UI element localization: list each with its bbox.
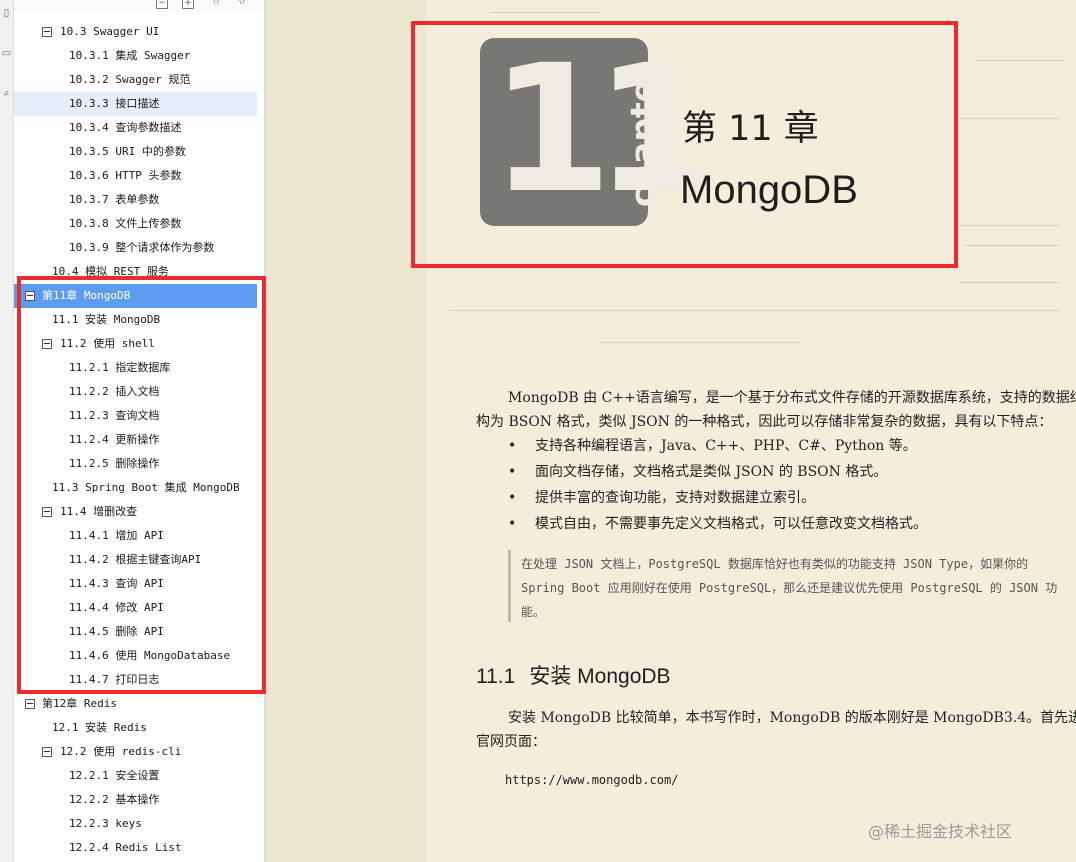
bleed-line <box>965 245 1060 246</box>
toc-item-label: 12.2 使用 redis-cli <box>60 745 182 758</box>
bullet-dot: • <box>508 438 517 454</box>
section-number: 11.1 <box>476 665 516 688</box>
bleed-line <box>960 225 1060 226</box>
chapter-highlight-box <box>411 21 958 268</box>
collapse-toggle-icon[interactable] <box>42 747 52 757</box>
toc-item-label: 10.3 Swagger UI <box>60 25 160 38</box>
toc-item-label: 12.2.2 基本操作 <box>69 793 160 806</box>
toc-item[interactable]: 12.2.3 keys <box>14 812 257 836</box>
toc-item-label: 10.3.6 HTTP 头参数 <box>69 169 182 182</box>
watermark: @稀土掘金技术社区 <box>868 822 1013 841</box>
note-line-2: Spring Boot 应用刚好在使用 PostgreSQL，那么还是建议优先使… <box>521 581 1058 595</box>
toc-item[interactable]: 10.3.4 查询参数描述 <box>14 116 257 140</box>
bullet-dot: • <box>508 490 517 506</box>
toc-item[interactable]: 12.2.2 基本操作 <box>14 788 257 812</box>
search-icon[interactable]: ⌕ <box>1 88 12 99</box>
toc-item[interactable]: 10.3.6 HTTP 头参数 <box>14 164 257 188</box>
bullet-dot: • <box>508 464 517 480</box>
toc-item[interactable]: 10.3 Swagger UI <box>14 20 257 44</box>
section-title: 安装 MongoDB <box>529 665 671 688</box>
collapse-toggle-icon[interactable] <box>25 699 35 709</box>
intro-line-1: MongoDB 由 C++语言编写，是一个基于分布式文件存储的开源数据库系统，支… <box>508 390 1076 406</box>
toc-item[interactable]: 10.3.7 表单参数 <box>14 188 257 212</box>
bleed-line <box>960 118 1060 119</box>
toc-item-label: 10.3.3 接口描述 <box>69 97 160 110</box>
toc-item-label: 12.1 安装 Redis <box>52 721 147 734</box>
bleed-line <box>975 60 1065 61</box>
toc-item[interactable]: 12.1 安装 Redis <box>14 716 257 740</box>
section-heading: 11.1 安装 MongoDB <box>476 660 671 690</box>
toc-item-label: 12.2.3 keys <box>69 817 142 830</box>
toc-item[interactable]: 10.3.1 集成 Swagger <box>14 44 257 68</box>
toc-item[interactable]: 12.2.4 Redis List <box>14 836 257 860</box>
url-code: https://www.mongodb.com/ <box>505 773 679 787</box>
toc-item-label: 10.3.2 Swagger 规范 <box>69 73 191 86</box>
feature-text: 提供丰富的查询功能，支持对数据建立索引。 <box>535 490 815 506</box>
panel-toolbar: − + ☆ ☆ <box>14 0 264 12</box>
toc-item-label: 12.2.4 Redis List <box>69 841 182 854</box>
intro-line-2: 构为 BSON 格式，类似 JSON 的一种格式，因此可以存储非常复杂的数据，具… <box>476 414 1053 430</box>
toc-item[interactable]: 10.3.2 Swagger 规范 <box>14 68 257 92</box>
feature-text: 面向文档存储，文档格式是类似 JSON 的 BSON 格式。 <box>535 464 888 480</box>
bookmark-add-icon[interactable]: ☆ <box>210 0 222 9</box>
toc-item-label: 10.3.7 表单参数 <box>69 193 160 206</box>
feature-text: 支持各种编程语言，Java、C++、PHP、C#、Python 等。 <box>535 438 917 454</box>
toc-item[interactable]: 10.3.5 URI 中的参数 <box>14 140 257 164</box>
bleed-line <box>960 282 1060 283</box>
toc-item-label: 10.3.4 查询参数描述 <box>69 121 182 134</box>
collapse-toggle-icon[interactable] <box>42 27 52 37</box>
feature-text: 模式自由，不需要事先定义文档格式，可以任意改变文档格式。 <box>535 516 927 532</box>
toc-item[interactable]: 12.2.1 安全设置 <box>14 764 257 788</box>
collapse-all-icon[interactable]: − <box>156 0 168 9</box>
left-toolstrip: ▯ ▭ ⌕ <box>0 0 14 862</box>
toc-item-label: 10.3.5 URI 中的参数 <box>69 145 186 158</box>
page-icon[interactable]: ▯ <box>1 8 12 19</box>
toc-item[interactable]: 10.3.9 整个请求体作为参数 <box>14 236 257 260</box>
expand-all-icon[interactable]: + <box>182 0 194 9</box>
toc-highlight-box <box>17 276 266 694</box>
bookmark-panel-icon[interactable]: ▭ <box>1 48 12 59</box>
bleed-line <box>600 342 800 343</box>
install-line-2: 官网页面： <box>476 734 546 750</box>
install-line-1: 安装 MongoDB 比较简单，本书写作时，MongoDB 的版本刚好是 Mon… <box>508 710 1076 726</box>
toc-item-label: 12.2.1 安全设置 <box>69 769 160 782</box>
toc-item-label: 10.3.8 文件上传参数 <box>69 217 182 230</box>
note-line-1: 在处理 JSON 文档上，PostgreSQL 数据库恰好也有类似的功能支持 J… <box>521 557 1029 571</box>
note-line-3: 能。 <box>521 605 546 619</box>
toc-item[interactable]: 10.3.3 接口描述 <box>14 92 257 116</box>
bleed-line <box>490 12 600 13</box>
toc-item[interactable]: 第12章 Redis <box>14 692 257 716</box>
note-block: 在处理 JSON 文档上，PostgreSQL 数据库恰好也有类似的功能支持 J… <box>508 550 1064 622</box>
toc-item[interactable]: 12.2 使用 redis-cli <box>14 740 257 764</box>
bookmark-icon[interactable]: ☆ <box>236 0 248 9</box>
bleed-line <box>450 310 1060 311</box>
toc-item-label: 第12章 Redis <box>42 697 117 710</box>
toc-item-label: 10.3.1 集成 Swagger <box>69 49 191 62</box>
bullet-dot: • <box>508 516 517 532</box>
toc-item-label: 10.3.9 整个请求体作为参数 <box>69 241 215 254</box>
toc-item[interactable]: 10.3.8 文件上传参数 <box>14 212 257 236</box>
